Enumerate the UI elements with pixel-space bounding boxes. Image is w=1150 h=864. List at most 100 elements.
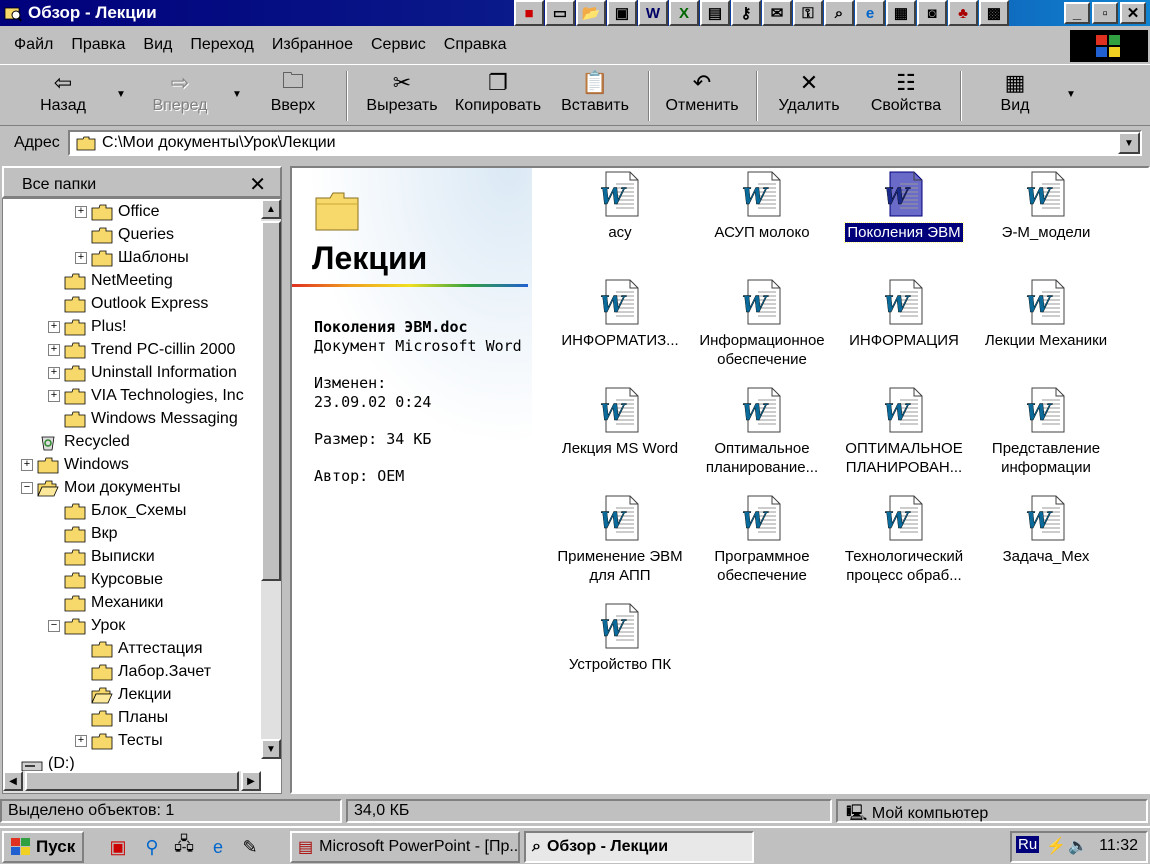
tree-item[interactable]: Блок_Схемы — [48, 500, 186, 522]
internet-explorer-icon[interactable]: e — [204, 834, 232, 860]
file-item[interactable]: W Лекция MS Word — [550, 386, 690, 458]
camera-icon[interactable]: ◙ — [917, 0, 947, 26]
cut-button[interactable]: ✂ Вырезать — [360, 69, 444, 123]
menu-item[interactable]: Файл — [14, 36, 53, 54]
access-icon[interactable]: ⚷ — [731, 0, 761, 26]
tree-item[interactable]: Выписки — [48, 546, 155, 568]
tree-item[interactable]: Windows Messaging — [48, 408, 238, 430]
forward-dropdown-icon[interactable]: ▼ — [232, 89, 242, 100]
address-field[interactable]: C:\Мои документы\Урок\Лекции ▼ — [68, 130, 1142, 156]
start-button[interactable]: Пуск — [2, 831, 84, 863]
internet-explorer-icon[interactable]: e — [855, 0, 885, 26]
powerpoint-icon[interactable]: ▤ — [700, 0, 730, 26]
up-button[interactable]: 🗀 Вверх — [258, 68, 328, 123]
menu-item[interactable]: Правка — [71, 36, 125, 54]
task-powerpoint[interactable]: ▤ Microsoft PowerPoint - [Пр... — [290, 831, 520, 863]
file-item[interactable]: W ОПТИМАЛЬНОЕ ПЛАНИРОВАН... — [834, 386, 974, 477]
tree-item[interactable]: + Office — [75, 201, 160, 223]
file-item[interactable]: W АСУП молоко — [692, 170, 832, 242]
minimize-button[interactable]: _ — [1064, 2, 1090, 24]
maximize-button[interactable]: ▫ — [1092, 2, 1118, 24]
file-item[interactable]: W Задача_Мех — [976, 494, 1116, 566]
folder-tree[interactable]: + Office Queries + Шаблоны NetMeeting Outlook … — [2, 198, 282, 794]
tree-item[interactable]: + Uninstall Information — [48, 362, 237, 384]
title-bar[interactable]: Обзор - Лекции ■ ▭ 📂 ▣ W X ▤ ⚷ ✉ ⚿ ⌕ e ▦… — [0, 0, 1150, 26]
menu-item[interactable]: Вид — [143, 36, 172, 54]
tree-item[interactable]: Queries — [75, 224, 174, 246]
file-item[interactable]: W Э-М_модели — [976, 170, 1116, 242]
tree-item[interactable]: Вкр — [48, 523, 118, 545]
tree-item[interactable]: Планы — [75, 707, 168, 729]
expand-icon[interactable]: + — [48, 390, 60, 402]
open-folder-icon[interactable]: 📂 — [576, 0, 606, 26]
delete-button[interactable]: ✕ Удалить — [772, 69, 846, 123]
picture-icon[interactable]: ▦ — [886, 0, 916, 26]
file-item[interactable]: W ИНФОРМАЦИЯ — [834, 278, 974, 350]
back-button[interactable]: ⇦ Назад — [28, 69, 98, 123]
office-logo-icon[interactable]: ■ — [514, 0, 544, 26]
view-dropdown-icon[interactable]: ▼ — [1066, 89, 1076, 100]
expand-icon[interactable]: + — [48, 321, 60, 333]
file-item[interactable]: W Программное обеспечение — [692, 494, 832, 585]
new-document-icon[interactable]: ▭ — [545, 0, 575, 26]
network-activity-icon[interactable]: ⚡ — [1046, 836, 1066, 856]
scroll-thumb[interactable] — [261, 221, 281, 581]
menu-item[interactable]: Сервис — [371, 36, 426, 54]
file-item[interactable]: W Устройство ПК — [550, 602, 690, 674]
scroll-right-icon[interactable]: ▶ — [241, 771, 261, 791]
expand-icon[interactable]: + — [48, 367, 60, 379]
tree-item[interactable]: NetMeeting — [48, 270, 173, 292]
tree-item[interactable]: + Тесты — [75, 730, 163, 752]
properties-button[interactable]: ☷ Свойства — [864, 69, 948, 123]
file-item[interactable]: Wасу — [550, 170, 690, 242]
file-item[interactable]: W ИНФОРМАТИЗ... — [550, 278, 690, 350]
satellite-icon[interactable]: ⚲ — [138, 834, 166, 860]
forward-button[interactable]: ⇨ Вперед — [140, 69, 220, 123]
collapse-icon[interactable]: − — [21, 482, 33, 494]
outlook-express-icon[interactable]: ✎ — [236, 834, 264, 860]
paste-button[interactable]: 📋 Вставить — [554, 69, 636, 123]
expand-icon[interactable]: + — [75, 252, 87, 264]
excel-icon[interactable]: X — [669, 0, 699, 26]
game-icon[interactable]: ♣ — [948, 0, 978, 26]
scroll-down-icon[interactable]: ▼ — [261, 739, 281, 759]
outlook-icon[interactable]: ✉ — [762, 0, 792, 26]
file-item[interactable]: W Информационное обеспечение — [692, 278, 832, 369]
task-explorer[interactable]: ⌕ Обзор - Лекции — [524, 831, 754, 863]
tree-item[interactable]: Курсовые — [48, 569, 163, 591]
tree-item[interactable]: + Windows — [21, 454, 129, 476]
menu-item[interactable]: Справка — [444, 36, 507, 54]
network-icon[interactable]: 🖧 — [170, 834, 198, 860]
tree-item[interactable]: + VIA Technologies, Inc — [48, 385, 244, 407]
tree-item[interactable]: + Trend PC-cillin 2000 — [48, 339, 235, 361]
tree-item[interactable]: Механики — [48, 592, 163, 614]
copy-button[interactable]: ❐ Копировать — [450, 69, 546, 123]
menu-item[interactable]: Избранное — [272, 36, 353, 54]
language-indicator[interactable]: Ru — [1016, 836, 1040, 853]
tree-item[interactable]: − Урок — [48, 615, 125, 637]
word-icon[interactable]: W — [638, 0, 668, 26]
view-button[interactable]: ▦ Вид — [988, 69, 1042, 123]
scroll-up-icon[interactable]: ▲ — [261, 199, 281, 219]
expand-icon[interactable]: + — [48, 344, 60, 356]
vertical-scrollbar[interactable]: ▲ ▼ — [261, 199, 281, 759]
file-item[interactable]: W Представление информации — [976, 386, 1116, 477]
tree-item[interactable]: Recycled — [21, 431, 130, 453]
tree-item[interactable]: Лабор.Зачет — [75, 661, 211, 683]
file-item[interactable]: W Применение ЭВМ для АПП — [550, 494, 690, 585]
tree-item[interactable]: − Мои документы — [21, 477, 181, 499]
desktop-icon[interactable]: ▣ — [104, 834, 132, 860]
key-icon[interactable]: ⚿ — [793, 0, 823, 26]
file-item[interactable]: W Поколения ЭВМ — [834, 170, 974, 243]
scroll-left-icon[interactable]: ◀ — [3, 771, 23, 791]
tree-item[interactable]: Аттестация — [75, 638, 203, 660]
tree-item[interactable]: + Шаблоны — [75, 247, 189, 269]
close-button[interactable]: ✕ — [1120, 2, 1146, 24]
find-icon[interactable]: ⌕ — [824, 0, 854, 26]
expand-icon[interactable]: + — [21, 459, 33, 471]
file-item[interactable]: W Лекции Механики — [976, 278, 1116, 350]
file-item[interactable]: W Технологический процесс обраб... — [834, 494, 974, 585]
undo-button[interactable]: ↶ Отменить — [660, 69, 744, 123]
tree-item[interactable]: Outlook Express — [48, 293, 208, 315]
file-item[interactable]: W Оптимальное планирование... — [692, 386, 832, 477]
